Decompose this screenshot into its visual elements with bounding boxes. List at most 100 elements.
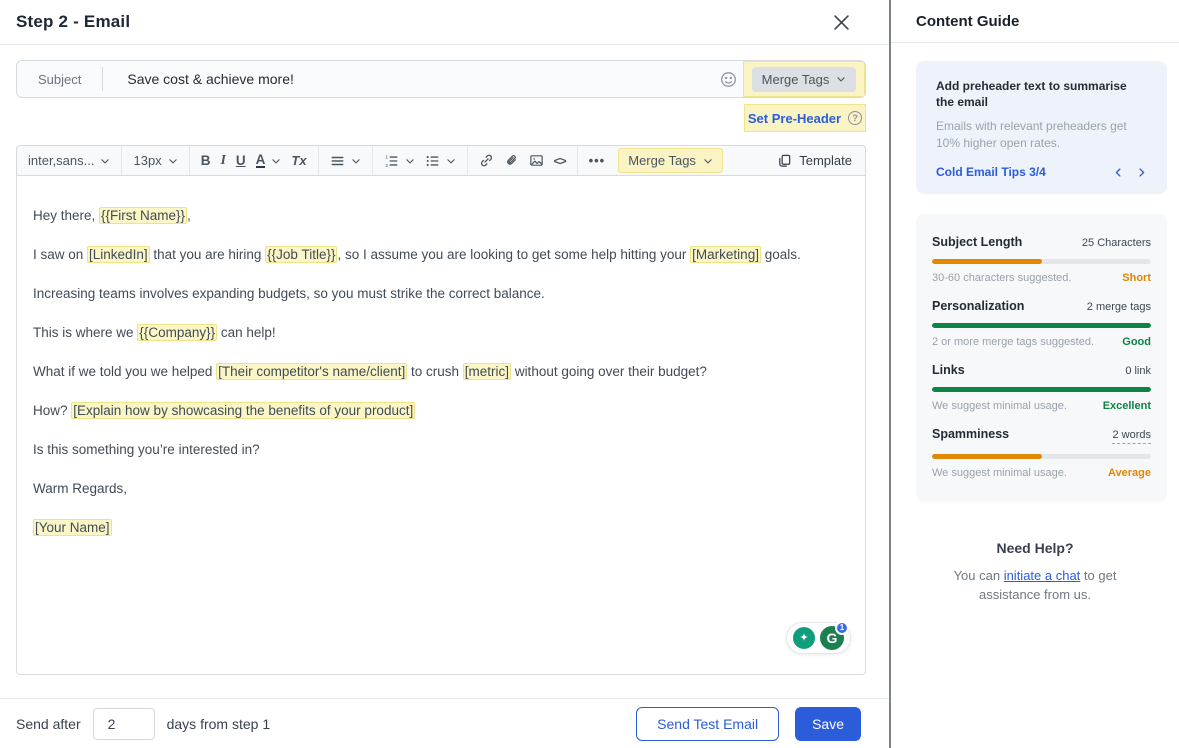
progress-bar [932, 387, 1151, 392]
chevron-down-icon [703, 156, 713, 166]
chevron-down-icon [271, 156, 281, 166]
paragraph: Increasing teams involves expanding budg… [33, 284, 849, 304]
chevron-down-icon [168, 156, 178, 166]
subject-row: Subject Save cost & achieve more! Merge … [16, 60, 866, 98]
metric-subject-length: Subject Length25 Characters 30-60 charac… [932, 235, 1151, 284]
initiate-chat-link[interactable]: initiate a chat [1004, 568, 1081, 583]
set-preheader-button[interactable]: Set Pre-Header ? [744, 104, 866, 132]
grammarly-widget: ✦ G 1 [786, 622, 851, 654]
numbered-list-icon: 12 [384, 154, 399, 168]
send-after-label: Send after [16, 716, 81, 732]
chevron-down-icon [405, 156, 415, 166]
clear-formatting-icon[interactable]: Tx [291, 153, 306, 168]
template-button[interactable]: Template [777, 153, 865, 168]
merge-tag[interactable]: {{Job Title}} [265, 246, 337, 263]
status-badge: Excellent [1103, 400, 1151, 412]
align-select[interactable] [330, 154, 361, 168]
tip-body: Emails with relevant preheaders get 10% … [936, 118, 1147, 152]
svg-text:2: 2 [385, 162, 388, 167]
tip-title: Add preheader text to summarise the emai… [936, 78, 1147, 110]
merge-tags-highlight: Merge Tags [743, 61, 865, 97]
need-help-body: You can initiate a chat to get assistanc… [933, 566, 1138, 604]
merge-tags-label: Merge Tags [628, 153, 696, 168]
metric-links: Links0 link We suggest minimal usage.Exc… [932, 363, 1151, 412]
insert-image-icon[interactable] [529, 153, 544, 168]
content-guide-header: Content Guide [891, 0, 1179, 43]
status-badge: Good [1122, 336, 1151, 348]
days-from-step-label: days from step 1 [167, 716, 271, 732]
email-body-editor[interactable]: Hey there, {{First Name}}, I saw on [Lin… [16, 176, 866, 675]
attachment-icon[interactable] [504, 153, 519, 168]
chevron-down-icon [836, 74, 846, 84]
paragraph: I saw on [LinkedIn] that you are hiring … [33, 245, 849, 265]
font-size-value: 13px [133, 153, 161, 168]
help-icon[interactable]: ? [848, 111, 862, 125]
modal-footer: Send after days from step 1 Send Test Em… [0, 698, 889, 748]
template-icon [777, 153, 792, 168]
emoji-picker-icon[interactable] [713, 71, 743, 88]
chevron-down-icon [351, 156, 361, 166]
editor-toolbar: inter,sans... 13px B I U A Tx [16, 145, 866, 176]
bold-icon[interactable]: B [201, 153, 211, 168]
grammarly-logo-icon[interactable]: G 1 [820, 626, 844, 650]
underline-icon[interactable]: U [236, 153, 246, 168]
subject-label: Subject [17, 72, 102, 87]
font-family-value: inter,sans... [28, 153, 94, 168]
page-title: Step 2 - Email [16, 12, 130, 32]
placeholder-tag[interactable]: [Your Name] [33, 519, 112, 536]
text-color-icon: A [256, 153, 266, 168]
need-help-title: Need Help? [891, 540, 1179, 556]
set-preheader-label: Set Pre-Header [748, 111, 841, 126]
preheader-row: Set Pre-Header ? [16, 104, 866, 132]
svg-text:1: 1 [385, 154, 388, 160]
placeholder-tag[interactable]: [LinkedIn] [87, 246, 150, 263]
more-options-icon[interactable]: ••• [589, 153, 606, 168]
previous-tip-icon[interactable] [1113, 167, 1124, 178]
content-guide-panel: Content Guide Add preheader text to summ… [891, 0, 1179, 748]
save-button[interactable]: Save [795, 707, 861, 741]
bullet-list-select[interactable] [425, 154, 456, 168]
modal-header: Step 2 - Email [0, 0, 889, 45]
status-badge: Average [1108, 467, 1151, 479]
metric-personalization: Personalization2 merge tags 2 or more me… [932, 299, 1151, 348]
paragraph: What if we told you we helped [Their com… [33, 362, 849, 382]
placeholder-tag[interactable]: [Marketing] [690, 246, 761, 263]
italic-icon[interactable]: I [220, 153, 225, 169]
paragraph: How? [Explain how by showcasing the bene… [33, 401, 849, 421]
grammarly-suggestion-count-badge: 1 [835, 621, 849, 635]
font-family-select[interactable]: inter,sans... [28, 153, 110, 168]
paragraph: [Your Name] [33, 518, 849, 538]
paragraph: Is this something you’re interested in? [33, 440, 849, 460]
insert-link-icon[interactable] [479, 153, 494, 168]
send-test-email-button[interactable]: Send Test Email [636, 707, 779, 741]
placeholder-tag[interactable]: [metric] [463, 363, 511, 380]
source-code-icon[interactable]: <> [554, 154, 566, 168]
font-size-select[interactable]: 13px [133, 153, 177, 168]
placeholder-tag[interactable]: [Their competitor's name/client] [216, 363, 407, 380]
grammarly-assistant-icon[interactable]: ✦ [793, 627, 815, 649]
subject-input[interactable]: Save cost & achieve more! [103, 71, 713, 87]
tip-card: Add preheader text to summarise the emai… [916, 61, 1167, 194]
metric-spamminess: Spamminess2 words We suggest minimal usa… [932, 427, 1151, 479]
paragraph: Warm Regards, [33, 479, 849, 499]
numbered-list-select[interactable]: 12 [384, 154, 415, 168]
placeholder-tag[interactable]: [Explain how by showcasing the benefits … [71, 402, 415, 419]
delay-days-input[interactable] [93, 708, 155, 740]
align-icon [330, 154, 345, 168]
next-tip-icon[interactable] [1136, 167, 1147, 178]
status-badge: Short [1122, 272, 1151, 284]
merge-tag[interactable]: {{First Name}} [99, 207, 187, 224]
merge-tags-label: Merge Tags [762, 72, 830, 87]
progress-bar [932, 259, 1151, 264]
progress-bar [932, 323, 1151, 328]
chevron-down-icon [100, 156, 110, 166]
subject-merge-tags-button[interactable]: Merge Tags [752, 67, 857, 92]
text-color-button[interactable]: A [256, 153, 282, 168]
email-step-modal: Step 2 - Email Subject Save cost & achie… [0, 0, 891, 748]
toolbar-merge-tags-button[interactable]: Merge Tags [618, 148, 723, 173]
cold-email-tips-link[interactable]: Cold Email Tips 3/4 [936, 165, 1046, 179]
content-metrics-card: Subject Length25 Characters 30-60 charac… [916, 214, 1167, 502]
merge-tag[interactable]: {{Company}} [137, 324, 217, 341]
close-icon[interactable] [827, 8, 855, 36]
chevron-down-icon [446, 156, 456, 166]
